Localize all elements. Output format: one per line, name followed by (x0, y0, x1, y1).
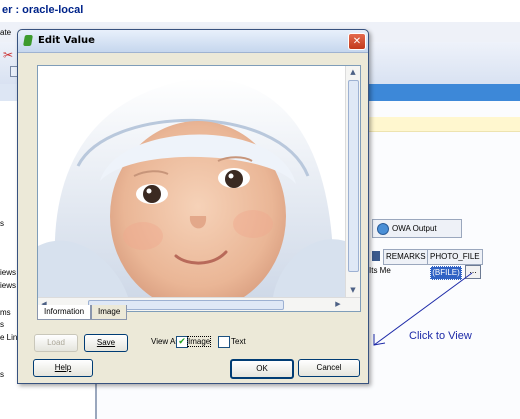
ide-highlight-row (368, 117, 520, 132)
ok-button[interactable]: OK (230, 359, 294, 379)
cancel-button[interactable]: Cancel (298, 359, 360, 377)
close-button[interactable]: ✕ (348, 33, 366, 50)
tab-owa-output[interactable]: OWA Output (372, 219, 462, 238)
nav-label-1[interactable]: s (0, 219, 4, 228)
vertical-scrollbar[interactable]: ▲ ▼ (345, 66, 360, 297)
dialog-title-bar[interactable]: Edit Value ✕ (18, 30, 368, 53)
cancel-button-label: Cancel (316, 363, 342, 372)
column-header-remarks[interactable]: REMARKS (383, 249, 429, 265)
nav-label-5[interactable]: s (0, 320, 4, 329)
text-option-label[interactable]: Text (231, 337, 246, 346)
tab-owa-output-label: OWA Output (392, 224, 437, 233)
tab-image[interactable]: Image (91, 305, 128, 320)
nav-label-3[interactable]: iews (0, 281, 16, 290)
ide-toolbar-text: ate (0, 28, 12, 37)
vertical-scroll-thumb[interactable] (348, 80, 359, 272)
owa-output-icon (377, 222, 389, 235)
nav-label-6[interactable]: e Lin (0, 333, 17, 342)
scroll-down-icon[interactable]: ▼ (347, 284, 359, 296)
dialog-title: Edit Value (38, 35, 95, 46)
load-button[interactable]: Load (34, 334, 78, 352)
nav-label-2[interactable]: iews (0, 268, 16, 277)
save-button-label: Save (96, 338, 116, 347)
load-button-label: Load (47, 338, 65, 347)
ide-editor-header (368, 84, 520, 101)
image-checkbox[interactable]: ✔ (176, 336, 188, 348)
help-button-label: Help (54, 363, 72, 372)
ide-title-bar: er : oracle-local (0, 0, 520, 22)
scroll-right-icon[interactable]: ▶ (332, 298, 344, 310)
column-header-photo-file[interactable]: PHOTO_FILE (427, 249, 483, 265)
tab-information[interactable]: Information (37, 305, 92, 320)
annotation-click-to-view: Click to View (409, 330, 472, 342)
nav-label-7[interactable]: s (0, 370, 4, 379)
nav-label-4[interactable]: ms (0, 308, 11, 317)
save-button[interactable]: Save (84, 334, 128, 352)
edit-value-dialog: Edit Value ✕ ▲ ▼ ◀ ▶ Information Image L… (17, 29, 369, 384)
baby-photo (38, 66, 345, 311)
row-number-icon (372, 251, 380, 261)
ok-button-label: OK (256, 364, 268, 373)
app-icon (23, 35, 33, 46)
help-button[interactable]: Help (33, 359, 93, 377)
ide-window-title: er : oracle-local (2, 4, 84, 16)
dialog-tabs: Information Image (37, 305, 128, 321)
scroll-up-icon[interactable]: ▲ (347, 66, 359, 78)
cut-icon[interactable]: ✂ (3, 48, 13, 62)
text-checkbox[interactable] (218, 336, 230, 348)
image-viewer: ▲ ▼ ◀ ▶ (37, 65, 361, 312)
image-option-label[interactable]: Image (186, 336, 212, 347)
